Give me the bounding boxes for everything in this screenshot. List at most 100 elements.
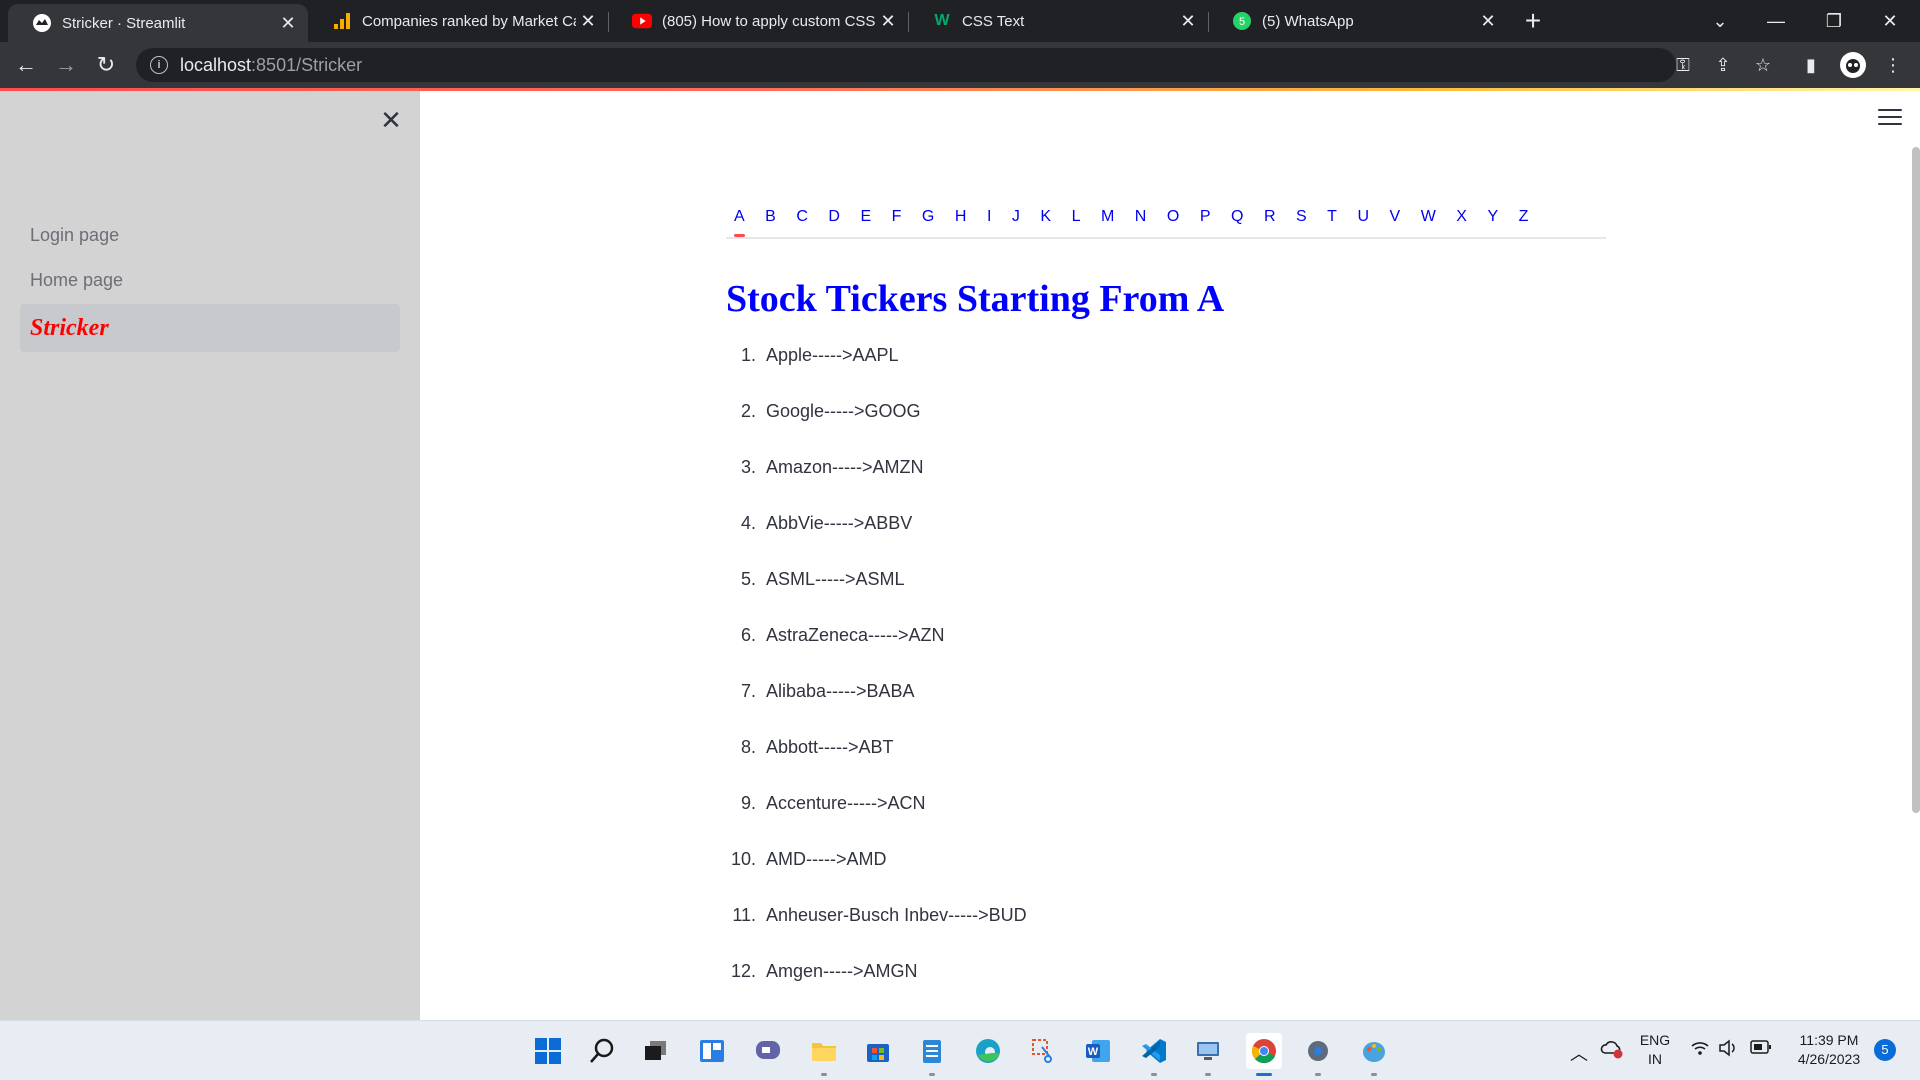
letter-tabs-row: ABCDEFGHIJKLMNOPQRSTUVWXYZ (726, 197, 1606, 237)
letter-tab-h[interactable]: H (947, 197, 975, 237)
page-title: Stock Tickers Starting From A (726, 278, 1225, 320)
edge-icon[interactable] (970, 1033, 1006, 1069)
list-item-text: Alibaba----->BABA (766, 680, 915, 701)
settings-icon[interactable] (1300, 1033, 1336, 1076)
close-window-icon[interactable]: ✕ (1862, 0, 1918, 42)
notification-badge[interactable]: 5 (1874, 1039, 1896, 1061)
clock[interactable]: 11:39 PM 4/26/2023 (1784, 1031, 1874, 1069)
tab-search-chevron-icon[interactable]: ⌄ (1692, 0, 1748, 42)
letter-tab-d[interactable]: D (820, 197, 848, 237)
list-item: 6. AstraZeneca----->AZN (720, 607, 1420, 663)
letter-tab-g[interactable]: G (914, 197, 942, 237)
list-item-text: ASML----->ASML (766, 568, 905, 589)
address-bar[interactable]: i localhost:8501/Stricker (136, 48, 1676, 82)
word-icon[interactable]: W (1080, 1033, 1116, 1069)
vscode-icon[interactable] (1136, 1033, 1172, 1076)
windows-start-icon[interactable] (530, 1033, 566, 1069)
close-tab-icon[interactable]: ✕ (1476, 11, 1500, 32)
widgets-icon[interactable] (694, 1033, 730, 1069)
browser-tab-market-cap[interactable]: Companies ranked by Market Cap ✕ (308, 0, 608, 42)
paint-icon[interactable] (1356, 1033, 1392, 1076)
letter-tab-t[interactable]: T (1319, 197, 1345, 237)
volume-icon[interactable] (1718, 1039, 1738, 1060)
task-view-icon[interactable] (638, 1033, 674, 1069)
wifi-icon[interactable] (1690, 1039, 1710, 1060)
minimize-window-icon[interactable]: — (1748, 0, 1804, 42)
forward-arrow-icon[interactable]: → (50, 49, 82, 81)
list-item-number: 12. (730, 960, 756, 981)
sidebar-item-login[interactable]: Login page (20, 211, 400, 259)
battery-icon[interactable] (1750, 1040, 1772, 1057)
letter-tab-i[interactable]: I (979, 197, 999, 237)
letter-tab-f[interactable]: F (884, 197, 910, 237)
list-item: 12. Amgen----->AMGN (720, 943, 1420, 999)
key-icon[interactable]: ⚿ (1668, 50, 1698, 80)
profile-avatar-icon[interactable] (1838, 50, 1868, 80)
letter-tab-u[interactable]: U (1349, 197, 1377, 237)
back-arrow-icon[interactable]: ← (10, 49, 42, 81)
reload-icon[interactable]: ↻ (90, 49, 122, 81)
letter-tab-e[interactable]: E (852, 197, 879, 237)
chrome-icon[interactable] (1246, 1033, 1282, 1076)
letter-tab-s[interactable]: S (1288, 197, 1315, 237)
youtube-icon (632, 11, 652, 31)
letter-tab-p[interactable]: P (1192, 197, 1219, 237)
new-tab-button[interactable]: + (1518, 6, 1548, 36)
search-icon[interactable] (584, 1033, 620, 1069)
list-item: 3. Amazon----->AMZN (720, 439, 1420, 495)
browser-tab-stricker[interactable]: Stricker · Streamlit ✕ (8, 4, 308, 42)
share-icon[interactable]: ⇪ (1708, 50, 1738, 80)
site-info-icon[interactable]: i (150, 56, 168, 74)
close-tab-icon[interactable]: ✕ (276, 13, 300, 34)
letter-tab-v[interactable]: V (1382, 197, 1409, 237)
teams-chat-icon[interactable] (750, 1033, 786, 1069)
letter-tab-a[interactable]: A (726, 197, 753, 237)
side-panel-icon[interactable]: ▮ (1796, 50, 1826, 80)
scrollbar[interactable] (1912, 147, 1920, 813)
letter-tab-q[interactable]: Q (1223, 197, 1251, 237)
main-menu-icon[interactable] (1878, 109, 1902, 127)
letter-tab-c[interactable]: C (788, 197, 816, 237)
language-code: ENG (1639, 1032, 1671, 1048)
chrome-menu-icon[interactable]: ⋮ (1878, 50, 1908, 80)
restore-window-icon[interactable]: ❐ (1806, 0, 1862, 42)
letter-tab-y[interactable]: Y (1479, 197, 1506, 237)
browser-tab-youtube[interactable]: (805) How to apply custom CSS s ✕ (608, 0, 908, 42)
close-sidebar-icon[interactable]: ✕ (378, 107, 404, 133)
list-item-number: 3. (740, 456, 756, 477)
letter-tab-o[interactable]: O (1159, 197, 1187, 237)
letter-tab-r[interactable]: R (1256, 197, 1284, 237)
file-explorer-icon[interactable] (806, 1033, 842, 1076)
tab-title: Stricker · Streamlit (62, 14, 186, 32)
browser-tab-strip: Stricker · Streamlit ✕ Companies ranked … (0, 0, 1920, 42)
list-item-text: AstraZeneca----->AZN (766, 624, 945, 645)
tab-title: Companies ranked by Market Cap (362, 12, 576, 30)
show-hidden-icons-chevron-icon[interactable]: ︿ (1570, 1040, 1588, 1066)
bookmark-star-icon[interactable]: ☆ (1748, 50, 1778, 80)
close-tab-icon[interactable]: ✕ (1176, 11, 1200, 32)
onedrive-error-icon[interactable] (1600, 1039, 1624, 1062)
close-tab-icon[interactable]: ✕ (876, 11, 900, 32)
letter-tab-x[interactable]: X (1448, 197, 1475, 237)
snipping-tool-icon[interactable] (1026, 1033, 1062, 1069)
letter-tab-w[interactable]: W (1413, 197, 1444, 237)
letter-tab-l[interactable]: L (1064, 197, 1089, 237)
tab-title: CSS Text (962, 12, 1025, 30)
letter-tab-b[interactable]: B (757, 197, 784, 237)
letter-tab-n[interactable]: N (1127, 197, 1155, 237)
sidebar-item-label: Stricker (30, 314, 109, 341)
microsoft-store-icon[interactable] (860, 1033, 896, 1069)
language-indicator[interactable]: ENG IN (1630, 1031, 1680, 1069)
sidebar-item-stricker[interactable]: Stricker (20, 304, 400, 352)
letter-tab-j[interactable]: J (1004, 197, 1028, 237)
letter-tab-z[interactable]: Z (1511, 197, 1537, 237)
browser-tab-whatsapp[interactable]: 5 (5) WhatsApp ✕ (1208, 0, 1508, 42)
close-tab-icon[interactable]: ✕ (576, 11, 600, 32)
browser-tab-css-text[interactable]: W CSS Text ✕ (908, 0, 1208, 42)
letter-tab-k[interactable]: K (1032, 197, 1059, 237)
sidebar-item-home[interactable]: Home page (20, 256, 400, 304)
remote-desktop-icon[interactable] (1190, 1033, 1226, 1076)
notepad-icon[interactable] (914, 1033, 950, 1076)
url-text: localhost:8501/Stricker (180, 55, 362, 76)
letter-tab-m[interactable]: M (1093, 197, 1122, 237)
